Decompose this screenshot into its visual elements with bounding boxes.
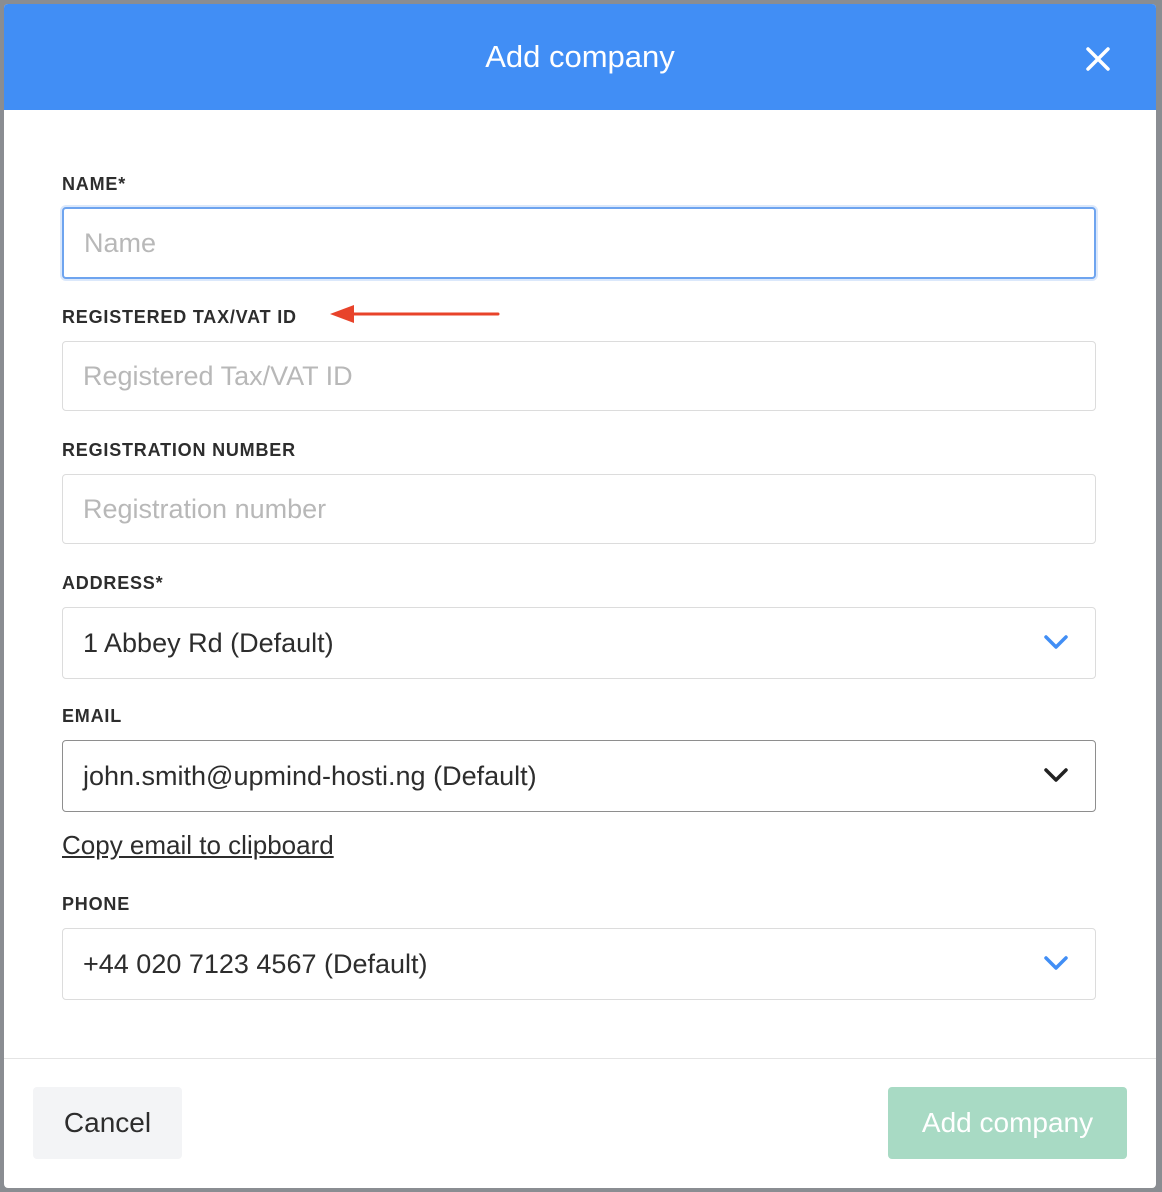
name-input[interactable] xyxy=(62,207,1096,279)
footer-divider xyxy=(4,1058,1156,1059)
address-select[interactable]: 1 Abbey Rd (Default) xyxy=(62,607,1096,679)
phone-label: PHONE xyxy=(62,894,131,914)
close-icon xyxy=(1086,47,1110,71)
chevron-down-icon xyxy=(1044,768,1068,782)
phone-selected-value: +44 020 7123 4567 (Default) xyxy=(83,949,428,979)
add-company-button[interactable]: Add company xyxy=(888,1087,1127,1159)
phone-select[interactable]: +44 020 7123 4567 (Default) xyxy=(62,928,1096,1000)
email-label: EMAIL xyxy=(62,706,122,726)
cancel-button[interactable]: Cancel xyxy=(33,1087,182,1159)
name-label: NAME* xyxy=(62,174,127,194)
add-company-modal: Add company NAME* REGISTERED TAX/VAT ID … xyxy=(4,4,1156,1188)
copy-email-link[interactable]: Copy email to clipboard xyxy=(62,830,334,861)
registration-number-label: REGISTRATION NUMBER xyxy=(62,440,296,460)
close-button[interactable] xyxy=(1080,41,1116,77)
chevron-down-icon xyxy=(1044,635,1068,649)
tax-id-input[interactable] xyxy=(62,341,1096,411)
registration-number-input[interactable] xyxy=(62,474,1096,544)
annotation-arrow-icon xyxy=(330,305,500,323)
address-selected-value: 1 Abbey Rd (Default) xyxy=(83,628,334,658)
modal-header: Add company xyxy=(4,4,1156,110)
email-select[interactable]: john.smith@upmind-hosti.ng (Default) xyxy=(62,740,1096,812)
email-selected-value: john.smith@upmind-hosti.ng (Default) xyxy=(83,761,537,791)
modal-title: Add company xyxy=(485,39,675,74)
tax-id-label: REGISTERED TAX/VAT ID xyxy=(62,307,297,327)
address-label: ADDRESS* xyxy=(62,573,164,593)
chevron-down-icon xyxy=(1044,956,1068,970)
